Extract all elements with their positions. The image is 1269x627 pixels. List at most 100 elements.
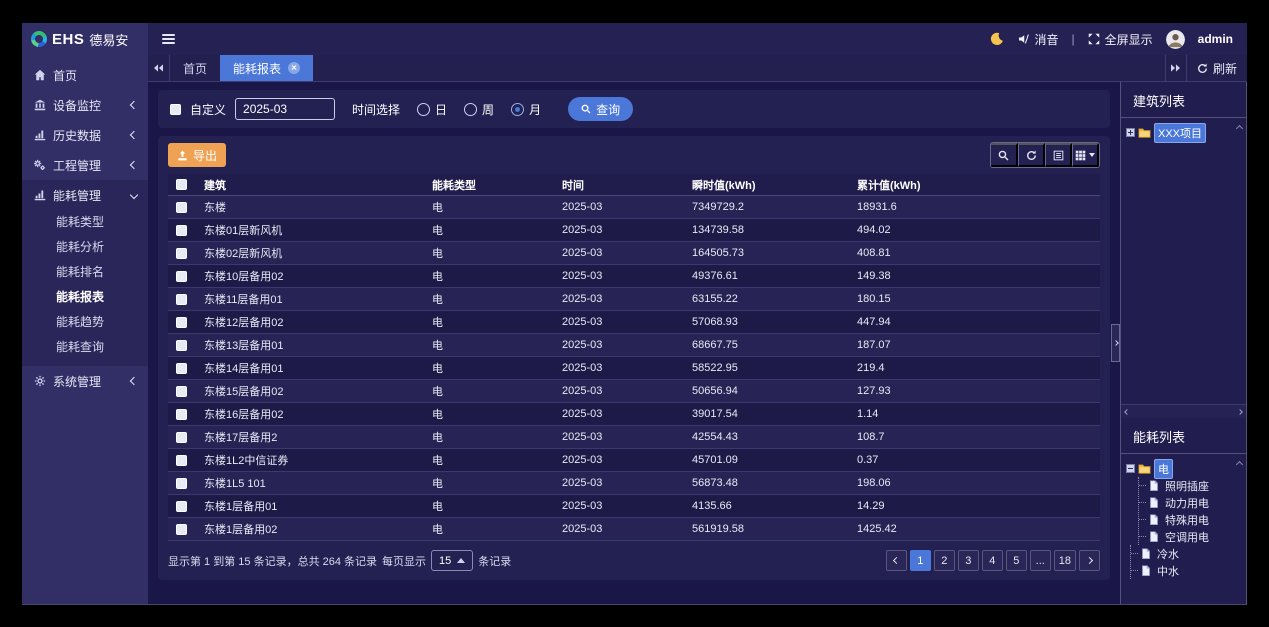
sidebar-item-home[interactable]: 首页 bbox=[22, 60, 148, 90]
tree-node-label[interactable]: 动力用电 bbox=[1162, 494, 1212, 512]
row-checkbox[interactable] bbox=[176, 248, 187, 259]
radio-icon[interactable] bbox=[464, 103, 477, 116]
table-row[interactable]: 东楼1层备用02电2025-03561919.581425.42 bbox=[168, 518, 1100, 541]
radio-day[interactable]: 日 bbox=[417, 101, 447, 118]
tab-energy-report[interactable]: 能耗报表 bbox=[220, 55, 313, 81]
tree-node-label[interactable]: 空调用电 bbox=[1162, 528, 1212, 546]
table-row[interactable]: 东楼01层新风机电2025-03134739.58494.02 bbox=[168, 219, 1100, 242]
next-page-button[interactable] bbox=[1079, 550, 1100, 571]
table-row[interactable]: 东楼电2025-037349729.218931.6 bbox=[168, 196, 1100, 219]
close-icon[interactable] bbox=[288, 62, 300, 74]
row-checkbox[interactable] bbox=[176, 432, 187, 443]
tree-node-energy-item[interactable]: 冷水 bbox=[1131, 545, 1241, 562]
sidebar-item-project-mgmt[interactable]: 工程管理 bbox=[22, 150, 148, 180]
row-checkbox[interactable] bbox=[176, 524, 187, 535]
radio-checked-icon[interactable] bbox=[511, 103, 524, 116]
tree-node-label[interactable]: XXX项目 bbox=[1154, 123, 1206, 143]
sidebar-item-system-mgmt[interactable]: 系统管理 bbox=[22, 366, 148, 396]
toggle-view-button[interactable] bbox=[1045, 143, 1072, 167]
radio-month[interactable]: 月 bbox=[511, 101, 541, 118]
table-row[interactable]: 东楼14层备用01电2025-0358522.95219.4 bbox=[168, 357, 1100, 380]
row-checkbox[interactable] bbox=[176, 317, 187, 328]
row-checkbox[interactable] bbox=[176, 386, 187, 397]
table-row[interactable]: 东楼17层备用2电2025-0342554.43108.7 bbox=[168, 426, 1100, 449]
custom-checkbox[interactable] bbox=[170, 104, 181, 115]
tree-node-energy-child[interactable]: 动力用电 bbox=[1139, 494, 1241, 511]
table-row[interactable]: 东楼16层备用02电2025-0339017.541.14 bbox=[168, 403, 1100, 426]
username[interactable]: admin bbox=[1198, 32, 1233, 46]
scroll-right-icon[interactable] bbox=[1237, 409, 1243, 415]
tree-node-label[interactable]: 照明插座 bbox=[1162, 477, 1212, 495]
tab-scroll-right-button[interactable] bbox=[1165, 55, 1187, 81]
tab-scroll-left-button[interactable] bbox=[148, 55, 170, 81]
page-button[interactable]: 4 bbox=[982, 550, 1003, 571]
table-row[interactable]: 东楼1层备用01电2025-034135.6614.29 bbox=[168, 495, 1100, 518]
table-row[interactable]: 东楼13层备用01电2025-0368667.75187.07 bbox=[168, 334, 1100, 357]
select-all-checkbox[interactable] bbox=[176, 179, 187, 190]
table-row[interactable]: 东楼15层备用02电2025-0350656.94127.93 bbox=[168, 380, 1100, 403]
sidebar-subitem-energy-report[interactable]: 能耗报表 bbox=[22, 285, 148, 310]
tree-node-label[interactable]: 冷水 bbox=[1154, 545, 1182, 563]
table-refresh-button[interactable] bbox=[1018, 143, 1045, 167]
page-button[interactable]: 5 bbox=[1006, 550, 1027, 571]
row-checkbox[interactable] bbox=[176, 478, 187, 489]
theme-moon-button[interactable] bbox=[990, 32, 1004, 46]
table-row[interactable]: 东楼1L2中信证券电2025-0345701.090.37 bbox=[168, 449, 1100, 472]
row-checkbox[interactable] bbox=[176, 363, 187, 374]
sidebar-subitem-energy-query[interactable]: 能耗查询 bbox=[22, 335, 148, 360]
page-button[interactable]: 18 bbox=[1054, 550, 1076, 571]
app-logo[interactable]: EHS 德易安 bbox=[22, 23, 148, 55]
sidebar-subitem-energy-trend[interactable]: 能耗趋势 bbox=[22, 310, 148, 335]
export-button[interactable]: 导出 bbox=[168, 143, 226, 167]
tree-node-energy-child[interactable]: 空调用电 bbox=[1139, 528, 1241, 545]
avatar[interactable] bbox=[1166, 30, 1185, 49]
scroll-left-icon[interactable] bbox=[1124, 409, 1130, 415]
row-checkbox[interactable] bbox=[176, 409, 187, 420]
page-size-select[interactable]: 15 bbox=[431, 550, 473, 571]
row-checkbox[interactable] bbox=[176, 501, 187, 512]
tree-node-energy-child[interactable]: 特殊用电 bbox=[1139, 511, 1241, 528]
query-button[interactable]: 查询 bbox=[568, 97, 633, 121]
table-row[interactable]: 东楼1L5 101电2025-0356873.48198.06 bbox=[168, 472, 1100, 495]
tree-node-energy-item[interactable]: 中水 bbox=[1131, 562, 1241, 579]
radio-week[interactable]: 周 bbox=[464, 101, 494, 118]
collapse-minus-icon[interactable] bbox=[1126, 464, 1135, 473]
table-row[interactable]: 东楼02层新风机电2025-03164505.73408.81 bbox=[168, 242, 1100, 265]
tree-node-energy-child[interactable]: 照明插座 bbox=[1139, 477, 1241, 494]
row-checkbox[interactable] bbox=[176, 202, 187, 213]
sidebar-subitem-energy-ranking[interactable]: 能耗排名 bbox=[22, 260, 148, 285]
table-row[interactable]: 东楼10层备用02电2025-0349376.61149.38 bbox=[168, 265, 1100, 288]
table-search-button[interactable] bbox=[991, 143, 1018, 167]
sidebar-item-energy-mgmt[interactable]: 能耗管理 bbox=[22, 180, 148, 210]
tree-node-label[interactable]: 电 bbox=[1154, 459, 1173, 479]
panel-collapse-handle[interactable] bbox=[1111, 324, 1120, 362]
table-row[interactable]: 东楼11层备用01电2025-0363155.22180.15 bbox=[168, 288, 1100, 311]
sidebar-subitem-energy-analysis[interactable]: 能耗分析 bbox=[22, 235, 148, 260]
row-checkbox[interactable] bbox=[176, 294, 187, 305]
fullscreen-button[interactable]: 全屏显示 bbox=[1088, 31, 1153, 48]
expand-plus-icon[interactable] bbox=[1126, 128, 1135, 137]
sidebar-item-device-monitor[interactable]: 设备监控 bbox=[22, 90, 148, 120]
page-button[interactable]: 2 bbox=[934, 550, 955, 571]
sidebar-item-history-data[interactable]: 历史数据 bbox=[22, 120, 148, 150]
horizontal-scrollbar[interactable] bbox=[1121, 404, 1246, 418]
sidebar-subitem-energy-type[interactable]: 能耗类型 bbox=[22, 210, 148, 235]
page-button[interactable]: 1 bbox=[910, 550, 931, 571]
tree-node-label[interactable]: 特殊用电 bbox=[1162, 511, 1212, 529]
tree-node-electric[interactable]: 电 bbox=[1126, 460, 1241, 477]
tree-node-label[interactable]: 中水 bbox=[1154, 562, 1182, 580]
mute-button[interactable]: 消音 bbox=[1017, 31, 1059, 48]
date-input[interactable] bbox=[235, 98, 335, 120]
tree-node-project[interactable]: XXX项目 bbox=[1126, 124, 1241, 141]
menu-toggle-button[interactable] bbox=[162, 34, 175, 44]
columns-dropdown-button[interactable] bbox=[1072, 143, 1099, 167]
table-row[interactable]: 东楼12层备用02电2025-0357068.93447.94 bbox=[168, 311, 1100, 334]
row-checkbox[interactable] bbox=[176, 225, 187, 236]
radio-icon[interactable] bbox=[417, 103, 430, 116]
row-checkbox[interactable] bbox=[176, 340, 187, 351]
prev-page-button[interactable] bbox=[886, 550, 907, 571]
row-checkbox[interactable] bbox=[176, 455, 187, 466]
tab-home[interactable]: 首页 bbox=[170, 55, 220, 81]
row-checkbox[interactable] bbox=[176, 271, 187, 282]
refresh-button[interactable]: 刷新 bbox=[1187, 55, 1247, 81]
